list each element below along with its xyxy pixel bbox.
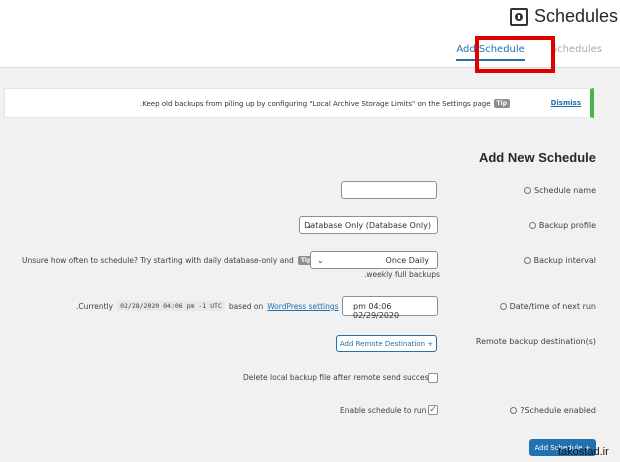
delete-local-checkbox[interactable]: [428, 373, 438, 383]
tab-add-schedule[interactable]: Add Schedule: [448, 38, 533, 63]
backup-profile-select[interactable]: ⌄ Database Only (Database Only): [299, 216, 438, 234]
tab-schedules[interactable]: Schedules: [543, 38, 610, 63]
add-remote-destination-button[interactable]: Add Remote Destination +: [336, 335, 437, 352]
form-title: Add New Schedule: [478, 150, 596, 165]
notice-message: .Keep old backups from piling up by conf…: [139, 99, 491, 108]
backup-profile-label: Backup profile: [528, 221, 596, 230]
current-datetime: 02/28/2020 04:06 pm -1 UTC: [117, 301, 225, 311]
enable-schedule-label: Enable schedule to run: [340, 406, 427, 415]
interval-hint: Unsure how often to schedule? Try starti…: [22, 256, 315, 265]
top-bar: Schedules Add Schedule Schedules: [0, 0, 620, 68]
help-icon[interactable]: [523, 257, 531, 264]
help-icon[interactable]: [510, 407, 518, 414]
page-title: Schedules: [509, 6, 618, 27]
help-icon[interactable]: [524, 187, 531, 194]
delete-local-label: Delete local backup file after remote se…: [243, 373, 433, 382]
wordpress-settings-link[interactable]: WordPress settings: [267, 302, 338, 311]
dismiss-link[interactable]: Dismiss: [551, 99, 581, 107]
interval-note: .weekly full backups: [364, 270, 440, 279]
watermark: takostad.ir: [558, 446, 609, 458]
check-icon: ✓: [429, 405, 437, 415]
page-title-text: Schedules: [533, 6, 618, 26]
backup-interval-select[interactable]: ⌄ Once Daily: [310, 251, 438, 269]
enable-schedule-checkbox[interactable]: ✓: [428, 405, 438, 415]
schedule-name-input[interactable]: [341, 181, 437, 199]
schedule-name-label: Schedule name: [524, 186, 596, 195]
help-icon[interactable]: [499, 303, 507, 310]
notice-banner: .Keep old backups from piling up by conf…: [4, 88, 594, 118]
remote-destination-label: Remote backup destination(s): [475, 337, 596, 346]
backup-interval-label: Backup interval: [523, 256, 596, 265]
chevron-down-icon: ⌄: [317, 256, 324, 265]
tab-bar: Add Schedule Schedules: [448, 38, 610, 63]
help-icon[interactable]: [528, 222, 536, 229]
backup-icon: [509, 7, 528, 26]
next-run-current: .Currently 02/28/2020 04:06 pm -1 UTC ba…: [76, 301, 339, 311]
tip-badge[interactable]: Tip: [493, 99, 510, 108]
next-run-label: Date/time of next run: [499, 302, 596, 311]
next-run-input[interactable]: pm 04:06 02/29/2020: [342, 296, 438, 320]
schedule-enabled-label: ?Schedule enabled: [510, 406, 596, 415]
